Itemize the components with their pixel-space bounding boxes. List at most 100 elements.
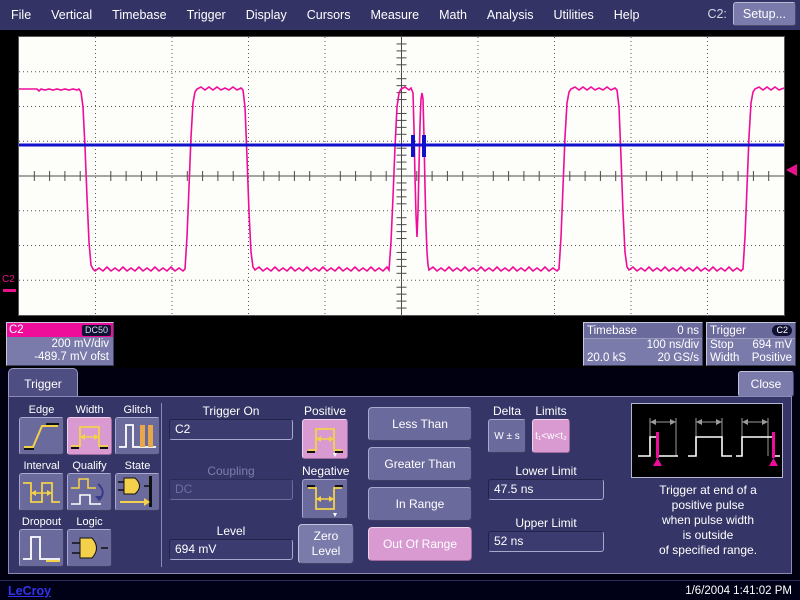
delta-mode-group: Delta W ± s [488,403,526,453]
timebase-descriptor[interactable]: Timebase 0 ns 100 ns/div 20.0 kS 20 GS/s [583,322,703,366]
trigger-level-marker-icon[interactable] [786,164,797,176]
polarity-negative-label: Negative [302,463,349,479]
trigger-type-dropout[interactable]: Dropout [19,515,64,567]
condition-less-than-button[interactable]: Less Than [368,407,472,441]
trigger-type-dropout-label: Dropout [19,515,64,529]
timebase-row-1: 100 ns/div [584,339,702,352]
delta-width-icon[interactable]: W ± s [488,419,526,453]
condition-panel: Less Than Greater Than In Range Out Of R… [359,397,481,573]
limits-range-icon[interactable]: t₁<w<t₂ [532,419,570,453]
logic-gate-icon[interactable] [67,529,112,567]
menu-item-timebase[interactable]: Timebase [103,4,175,26]
close-button[interactable]: Close [738,371,794,397]
channel-descriptor-name: C2 [9,324,24,336]
level-label: Level [169,523,293,539]
menu-item-vertical[interactable]: Vertical [42,4,101,26]
tab-trigger[interactable]: Trigger [8,368,78,398]
dropout-icon[interactable] [19,529,64,567]
timebase-row-2: 20.0 kS 20 GS/s [584,352,702,365]
channel-descriptor-c2[interactable]: C2 DC50 200 mV/div -489.7 mV ofst [6,322,114,366]
edge-ramp-icon[interactable] [19,417,64,455]
trigger-type-state-label: State [115,459,160,473]
trigger-row-1: Stop 694 mV [707,339,795,352]
timebase-time-per-div: 100 ns/div [647,339,699,352]
trigger-descriptor-header: Trigger C2 [707,323,795,339]
trigger-level-value: 694 mV [752,339,792,352]
menu-item-analysis[interactable]: Analysis [478,4,543,26]
help-text-line-4: is outside [623,528,793,543]
glitch-pulse-icon[interactable] [115,417,160,455]
condition-in-range-button[interactable]: In Range [368,487,472,521]
qualify-icon[interactable] [67,473,112,511]
menu-item-utilities[interactable]: Utilities [544,4,602,26]
state-gate-icon[interactable] [115,473,160,511]
menu-item-trigger[interactable]: Trigger [178,4,235,26]
negative-pulse-icon[interactable] [302,479,348,519]
trigger-descriptor[interactable]: Trigger C2 Stop 694 mV Width Positive [706,322,796,366]
trigger-type-grid: Edge Width Glitch [19,403,160,567]
menu-item-file[interactable]: File [2,4,40,26]
channel-volts-per-div: 200 mV/div [7,338,109,351]
zero-level-line1: Zero [314,529,339,544]
channel-ground-marker-icon[interactable] [3,289,16,292]
menu-item-cursors[interactable]: Cursors [298,4,360,26]
positive-pulse-icon[interactable] [302,419,348,459]
trigger-illustration [631,403,783,478]
trigger-mode: Width [710,352,739,365]
channel-descriptor-header: C2 DC50 [7,323,113,337]
active-channel-label: C2: [707,7,726,21]
trigger-type-state[interactable]: State [115,459,160,511]
zero-level-line2: Level [312,544,341,559]
trigger-type-edge-label: Edge [19,403,64,417]
channel-ground-marker-label: C2 [2,275,15,285]
trigger-row-2: Width Positive [707,352,795,365]
trigger-type-interval[interactable]: Interval [19,459,64,511]
channel-coupling-tag: DC50 [82,325,111,336]
coupling-field-group: Coupling DC [169,463,293,500]
menu-item-help[interactable]: Help [605,4,649,26]
pulse-width-icon[interactable] [67,417,112,455]
condition-button-list: Less Than Greater Than In Range Out Of R… [359,397,481,561]
polarity-positive-label: Positive [302,403,348,419]
level-input[interactable]: 694 mV [169,539,293,560]
trigger-descriptor-title: Trigger [710,325,746,337]
channel-offset: -489.7 mV ofst [7,351,109,364]
lower-limit-group: Lower Limit 47.5 ns [488,463,604,500]
condition-out-of-range-button[interactable]: Out Of Range [368,527,472,561]
menu-item-display[interactable]: Display [237,4,296,26]
upper-limit-group: Upper Limit 52 ns [488,515,604,552]
lecroy-logo-link[interactable]: LeCroy [8,584,51,598]
graticule[interactable] [18,36,785,316]
help-text-line-2: positive pulse [623,498,793,513]
lower-limit-input[interactable]: 47.5 ns [488,479,604,500]
menu-item-math[interactable]: Math [430,4,476,26]
graticule-svg [19,37,784,315]
descriptor-bar: C2 DC50 200 mV/div -489.7 mV ofst Timeba… [0,320,800,368]
trigger-on-input[interactable]: C2 [169,419,293,440]
lower-limit-label: Lower Limit [488,463,604,479]
menu-bar-right: C2: Setup... [707,2,796,26]
level-field-group: Level 694 mV [169,523,293,560]
delta-label: Delta [488,403,526,419]
setup-button[interactable]: Setup... [733,2,796,26]
limits-panel: Delta W ± s Limits t₁<w<t₂ Lower Limit 4… [482,397,622,573]
trigger-type-qualify[interactable]: Qualify [67,459,112,511]
condition-greater-than-button[interactable]: Greater Than [368,447,472,481]
help-text-line-3: when pulse width [623,513,793,528]
upper-limit-input[interactable]: 52 ns [488,531,604,552]
timestamp: 1/6/2004 1:41:02 PM [685,585,792,597]
panel-separator-1 [161,403,162,567]
waveform-display-area[interactable]: C2 [0,30,800,320]
trigger-type-width[interactable]: Width [67,403,112,455]
trigger-width-marker-start [411,135,415,157]
trigger-state: Stop [710,339,734,352]
zero-level-button[interactable]: Zero Level [298,524,354,564]
oscilloscope-screen: File Vertical Timebase Trigger Display C… [0,0,800,600]
trigger-type-edge[interactable]: Edge [19,403,64,455]
trigger-type-glitch[interactable]: Glitch [115,403,160,455]
upper-limit-label: Upper Limit [488,515,604,531]
trigger-on-field-group: Trigger On C2 [169,403,293,440]
interval-icon[interactable] [19,473,64,511]
menu-item-measure[interactable]: Measure [361,4,428,26]
trigger-type-logic[interactable]: Logic [67,515,112,567]
